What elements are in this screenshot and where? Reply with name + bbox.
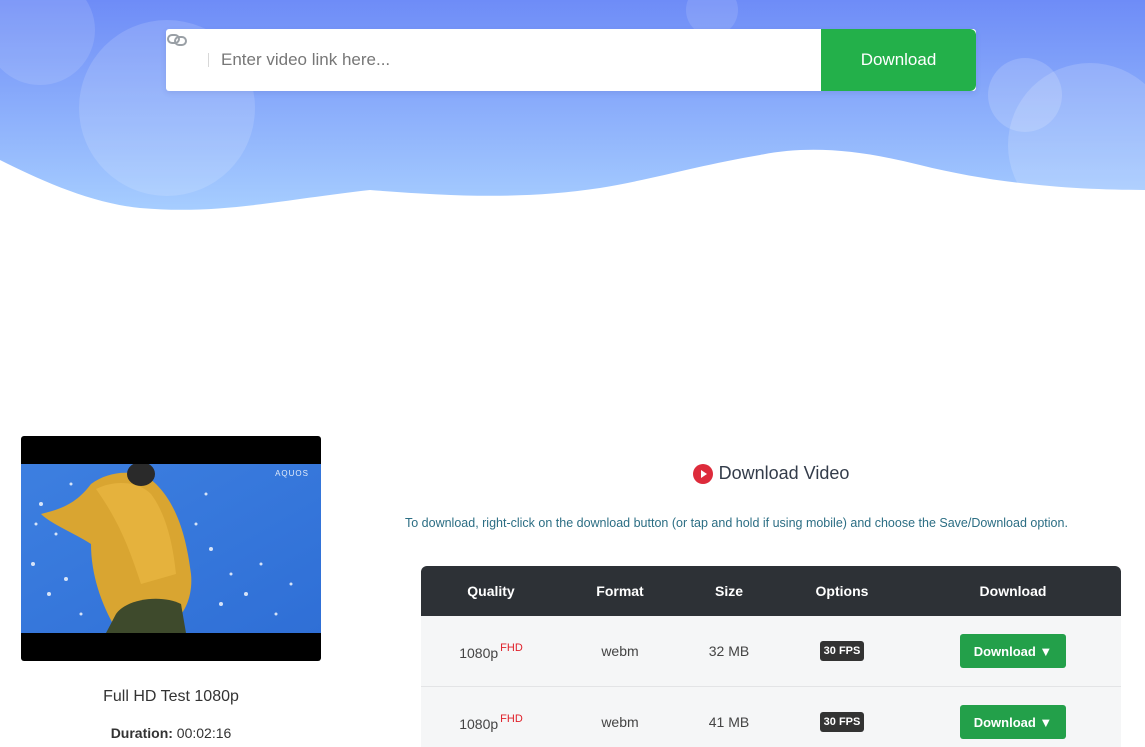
video-frame — [21, 464, 321, 633]
fhd-badge: FHD — [500, 641, 523, 654]
size-cell: 32 MB — [708, 643, 750, 659]
options-cell: 30 FPS — [779, 712, 905, 732]
table-row: 1080p FHD webm 32 MB 30 FPS Download ▼ — [421, 616, 1121, 687]
table-header: Quality Format Size Options Download — [421, 566, 1121, 616]
video-duration: Duration: 00:02:16 — [21, 725, 321, 741]
format-cell: webm — [601, 643, 639, 659]
download-instructions: To download, right-click on the download… — [405, 516, 1068, 530]
quality-value: 1080p — [459, 644, 499, 661]
download-submit-button[interactable]: Download — [821, 29, 976, 91]
hero-banner: Download — [0, 0, 1145, 215]
size-cell: 41 MB — [708, 714, 750, 730]
fps-badge: 30 FPS — [819, 641, 865, 661]
download-cell: Download ▼ — [905, 634, 1121, 668]
brand-watermark: AQUOS — [275, 469, 309, 478]
search-bar: Download — [166, 29, 976, 91]
quality-cell: 1080p FHD — [421, 713, 561, 732]
header-quality: Quality — [467, 583, 515, 599]
duration-label: Duration: — [110, 725, 173, 741]
play-circle-icon — [692, 463, 713, 484]
page: Download — [0, 0, 1145, 747]
row-download-button[interactable]: Download ▼ — [960, 705, 1066, 739]
search-input[interactable] — [209, 29, 821, 91]
section-title: Download Video — [718, 463, 850, 483]
format-cell: webm — [601, 714, 639, 730]
download-table: Quality Format Size Options Download 108… — [421, 566, 1121, 747]
fps-badge: 30 FPS — [819, 712, 865, 732]
header-format: Format — [596, 583, 644, 599]
header-download: Download — [979, 583, 1047, 599]
download-cell: Download ▼ — [905, 705, 1121, 739]
header-size: Size — [714, 583, 743, 599]
video-thumbnail[interactable]: AQUOS — [21, 436, 321, 661]
options-cell: 30 FPS — [779, 641, 905, 661]
section-heading: Download Video — [421, 463, 1121, 484]
row-download-button[interactable]: Download ▼ — [960, 634, 1066, 668]
header-options: Options — [815, 583, 869, 599]
quality-value: 1080p — [459, 715, 499, 732]
quality-cell: 1080p FHD — [421, 642, 561, 661]
fhd-badge: FHD — [500, 712, 523, 725]
table-row: 1080p FHD webm 41 MB 30 FPS Download ▼ — [421, 687, 1121, 747]
duration-value: 00:02:16 — [176, 725, 232, 741]
video-title: Full HD Test 1080p — [103, 688, 239, 705]
link-icon — [167, 34, 200, 72]
